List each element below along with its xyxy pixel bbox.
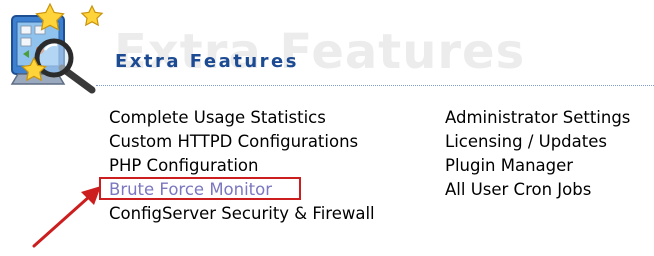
header-divider bbox=[96, 85, 654, 87]
annotation-highlight-box bbox=[99, 177, 301, 200]
complete-usage-statistics-link[interactable]: Complete Usage Statistics bbox=[109, 108, 326, 127]
list-item: Administrator Settings bbox=[445, 106, 630, 130]
custom-httpd-configurations-link[interactable]: Custom HTTPD Configurations bbox=[109, 132, 358, 151]
plugin-manager-link[interactable]: Plugin Manager bbox=[445, 156, 573, 175]
left-link-list: Complete Usage Statistics Custom HTTPD C… bbox=[109, 106, 375, 226]
list-item: Custom HTTPD Configurations bbox=[109, 130, 375, 154]
list-item: Plugin Manager bbox=[445, 154, 630, 178]
php-configuration-link[interactable]: PHP Configuration bbox=[109, 156, 258, 175]
licensing-updates-link[interactable]: Licensing / Updates bbox=[445, 132, 607, 151]
all-user-cron-jobs-link[interactable]: All User Cron Jobs bbox=[445, 180, 591, 199]
configserver-security-firewall-link[interactable]: ConfigServer Security & Firewall bbox=[109, 204, 375, 223]
list-item: Complete Usage Statistics bbox=[109, 106, 375, 130]
administrator-settings-link[interactable]: Administrator Settings bbox=[445, 108, 630, 127]
list-item: PHP Configuration bbox=[109, 154, 375, 178]
right-link-list: Administrator Settings Licensing / Updat… bbox=[445, 106, 630, 202]
list-item: All User Cron Jobs bbox=[445, 178, 630, 202]
list-item: Licensing / Updates bbox=[445, 130, 630, 154]
list-item: ConfigServer Security & Firewall bbox=[109, 202, 375, 226]
section-header: Extra Features Extra Features bbox=[0, 0, 654, 100]
extra-features-icon bbox=[10, 2, 104, 94]
page-title: Extra Features bbox=[115, 51, 299, 72]
